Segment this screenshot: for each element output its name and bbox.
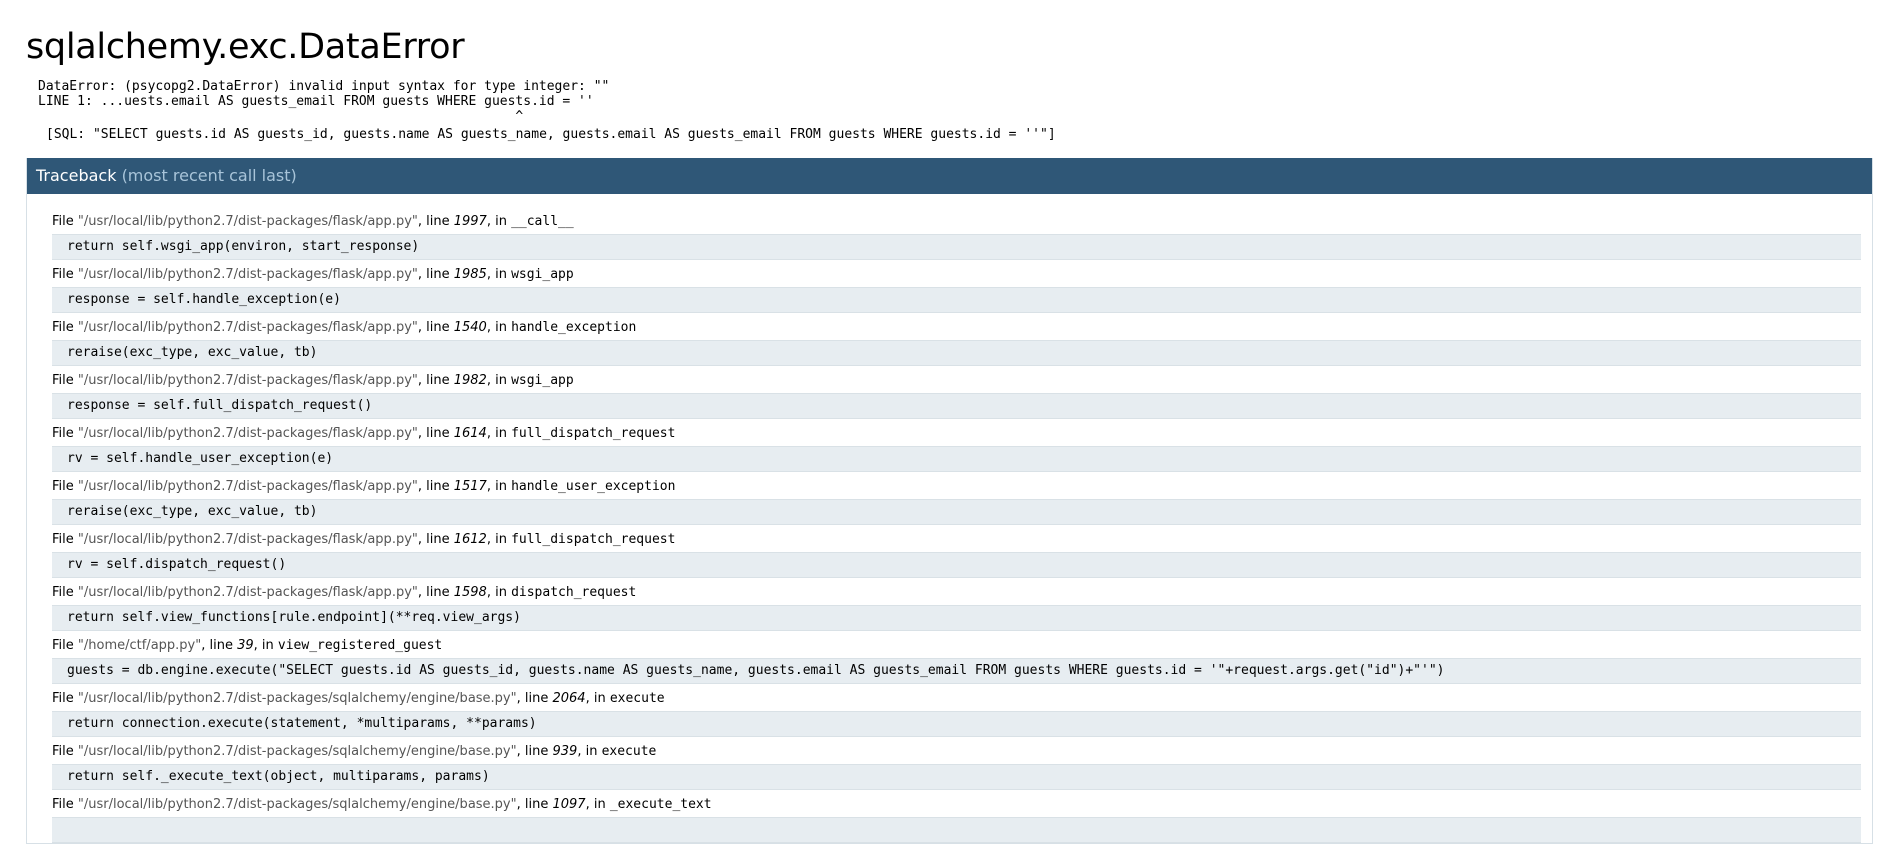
frame-source-line[interactable]: return self.view_functions[rule.endpoint… — [52, 605, 1861, 631]
frame-line-number: 939 — [552, 744, 578, 759]
traceback-frame: File "/usr/local/lib/python2.7/dist-pack… — [52, 584, 1861, 631]
error-title: sqlalchemy.exc.DataError — [26, 27, 465, 67]
frame-file-path: /usr/local/lib/python2.7/dist-packages/s… — [83, 744, 511, 759]
frame-source-line[interactable]: reraise(exc_type, exc_value, tb) — [52, 340, 1861, 366]
frame-file-path: /usr/local/lib/python2.7/dist-packages/f… — [83, 426, 412, 441]
frame-location: File "/usr/local/lib/python2.7/dist-pack… — [52, 691, 665, 706]
frame-source-line[interactable]: rv = self.dispatch_request() — [52, 552, 1861, 578]
frame-line-number: 2064 — [552, 691, 586, 706]
frame-location: File "/usr/local/lib/python2.7/dist-pack… — [52, 744, 657, 759]
frame-source-line[interactable]: return self.wsgi_app(environ, start_resp… — [52, 234, 1861, 260]
traceback-frame: File "/usr/local/lib/python2.7/dist-pack… — [52, 796, 1861, 843]
frame-function-name: _execute_text — [609, 797, 712, 812]
traceback-frame: File "/usr/local/lib/python2.7/dist-pack… — [52, 213, 1861, 260]
frame-function-name: wsgi_app — [511, 373, 574, 388]
frame-function-name: full_dispatch_request — [511, 426, 676, 441]
frame-source-line[interactable]: return self._execute_text(object, multip… — [52, 764, 1861, 790]
traceback-subtitle: (most recent call last) — [121, 166, 297, 185]
frame-location: File "/usr/local/lib/python2.7/dist-pack… — [52, 585, 637, 600]
frame-line-number: 1985 — [453, 267, 487, 282]
frame-location: File "/usr/local/lib/python2.7/dist-pack… — [52, 267, 574, 282]
frame-location: File "/usr/local/lib/python2.7/dist-pack… — [52, 797, 712, 812]
frame-line-number: 1982 — [453, 373, 487, 388]
frame-file-path: /usr/local/lib/python2.7/dist-packages/s… — [83, 691, 511, 706]
frame-function-name: view_registered_guest — [277, 638, 443, 653]
frame-file-path: /usr/local/lib/python2.7/dist-packages/f… — [83, 267, 412, 282]
frame-source-line[interactable]: return connection.execute(statement, *mu… — [52, 711, 1861, 737]
frame-function-name: wsgi_app — [511, 267, 574, 282]
error-message: DataError: (psycopg2.DataError) invalid … — [38, 79, 610, 124]
traceback-frame: File "/usr/local/lib/python2.7/dist-pack… — [52, 319, 1861, 366]
frame-source-line[interactable]: response = self.handle_exception(e) — [52, 287, 1861, 313]
frame-source-line[interactable] — [52, 817, 1861, 843]
frame-location: File "/usr/local/lib/python2.7/dist-pack… — [52, 373, 574, 388]
error-sql: [SQL: "SELECT guests.id AS guests_id, gu… — [46, 127, 1056, 142]
frame-file-path: /usr/local/lib/python2.7/dist-packages/f… — [83, 532, 412, 547]
traceback-frame: File "/home/ctf/app.py", line 39, in vie… — [52, 637, 1861, 684]
frame-location: File "/usr/local/lib/python2.7/dist-pack… — [52, 479, 676, 494]
traceback-frame: File "/usr/local/lib/python2.7/dist-pack… — [52, 372, 1861, 419]
frame-file-path: /home/ctf/app.py — [83, 638, 196, 653]
frame-location: File "/usr/local/lib/python2.7/dist-pack… — [52, 532, 676, 547]
frame-line-number: 1614 — [453, 426, 487, 441]
frame-function-name: execute — [609, 691, 665, 706]
frame-location: File "/usr/local/lib/python2.7/dist-pack… — [52, 426, 676, 441]
traceback-title: Traceback — [36, 166, 117, 185]
frame-line-number: 1598 — [453, 585, 487, 600]
traceback-frame: File "/usr/local/lib/python2.7/dist-pack… — [52, 266, 1861, 313]
error-page: sqlalchemy.exc.DataError DataError: (psy… — [0, 0, 1873, 844]
traceback-frame: File "/usr/local/lib/python2.7/dist-pack… — [52, 531, 1861, 578]
traceback-panel: Traceback (most recent call last) File "… — [26, 158, 1873, 844]
frame-function-name: handle_user_exception — [511, 479, 676, 494]
frame-function-name: dispatch_request — [511, 585, 637, 600]
frame-function-name: __call__ — [511, 214, 574, 229]
traceback-header[interactable]: Traceback (most recent call last) — [27, 158, 1872, 194]
frame-location: File "/usr/local/lib/python2.7/dist-pack… — [52, 214, 574, 229]
frame-line-number: 1997 — [453, 214, 487, 229]
frame-line-number: 1097 — [552, 797, 586, 812]
frame-file-path: /usr/local/lib/python2.7/dist-packages/s… — [83, 797, 511, 812]
frame-function-name: execute — [601, 744, 657, 759]
traceback-frame: File "/usr/local/lib/python2.7/dist-pack… — [52, 478, 1861, 525]
frame-line-number: 1612 — [453, 532, 487, 547]
traceback-frame: File "/usr/local/lib/python2.7/dist-pack… — [52, 425, 1861, 472]
frame-line-number: 1540 — [453, 320, 487, 335]
traceback-frame: File "/usr/local/lib/python2.7/dist-pack… — [52, 690, 1861, 737]
frame-file-path: /usr/local/lib/python2.7/dist-packages/f… — [83, 214, 412, 229]
frame-source-line[interactable]: response = self.full_dispatch_request() — [52, 393, 1861, 419]
frame-file-path: /usr/local/lib/python2.7/dist-packages/f… — [83, 320, 412, 335]
frame-location: File "/home/ctf/app.py", line 39, in vie… — [52, 638, 443, 653]
frame-function-name: full_dispatch_request — [511, 532, 676, 547]
frame-line-number: 1517 — [453, 479, 487, 494]
frame-function-name: handle_exception — [511, 320, 637, 335]
traceback-frame: File "/usr/local/lib/python2.7/dist-pack… — [52, 743, 1861, 790]
frame-file-path: /usr/local/lib/python2.7/dist-packages/f… — [83, 479, 412, 494]
frame-source-line[interactable]: reraise(exc_type, exc_value, tb) — [52, 499, 1861, 525]
frame-source-line[interactable]: rv = self.handle_user_exception(e) — [52, 446, 1861, 472]
frame-file-path: /usr/local/lib/python2.7/dist-packages/f… — [83, 585, 412, 600]
frame-line-number: 39 — [237, 638, 254, 653]
traceback-frames: File "/usr/local/lib/python2.7/dist-pack… — [27, 194, 1872, 843]
frame-file-path: /usr/local/lib/python2.7/dist-packages/f… — [83, 373, 412, 388]
frame-location: File "/usr/local/lib/python2.7/dist-pack… — [52, 320, 637, 335]
frame-source-line[interactable]: guests = db.engine.execute("SELECT guest… — [52, 658, 1861, 684]
